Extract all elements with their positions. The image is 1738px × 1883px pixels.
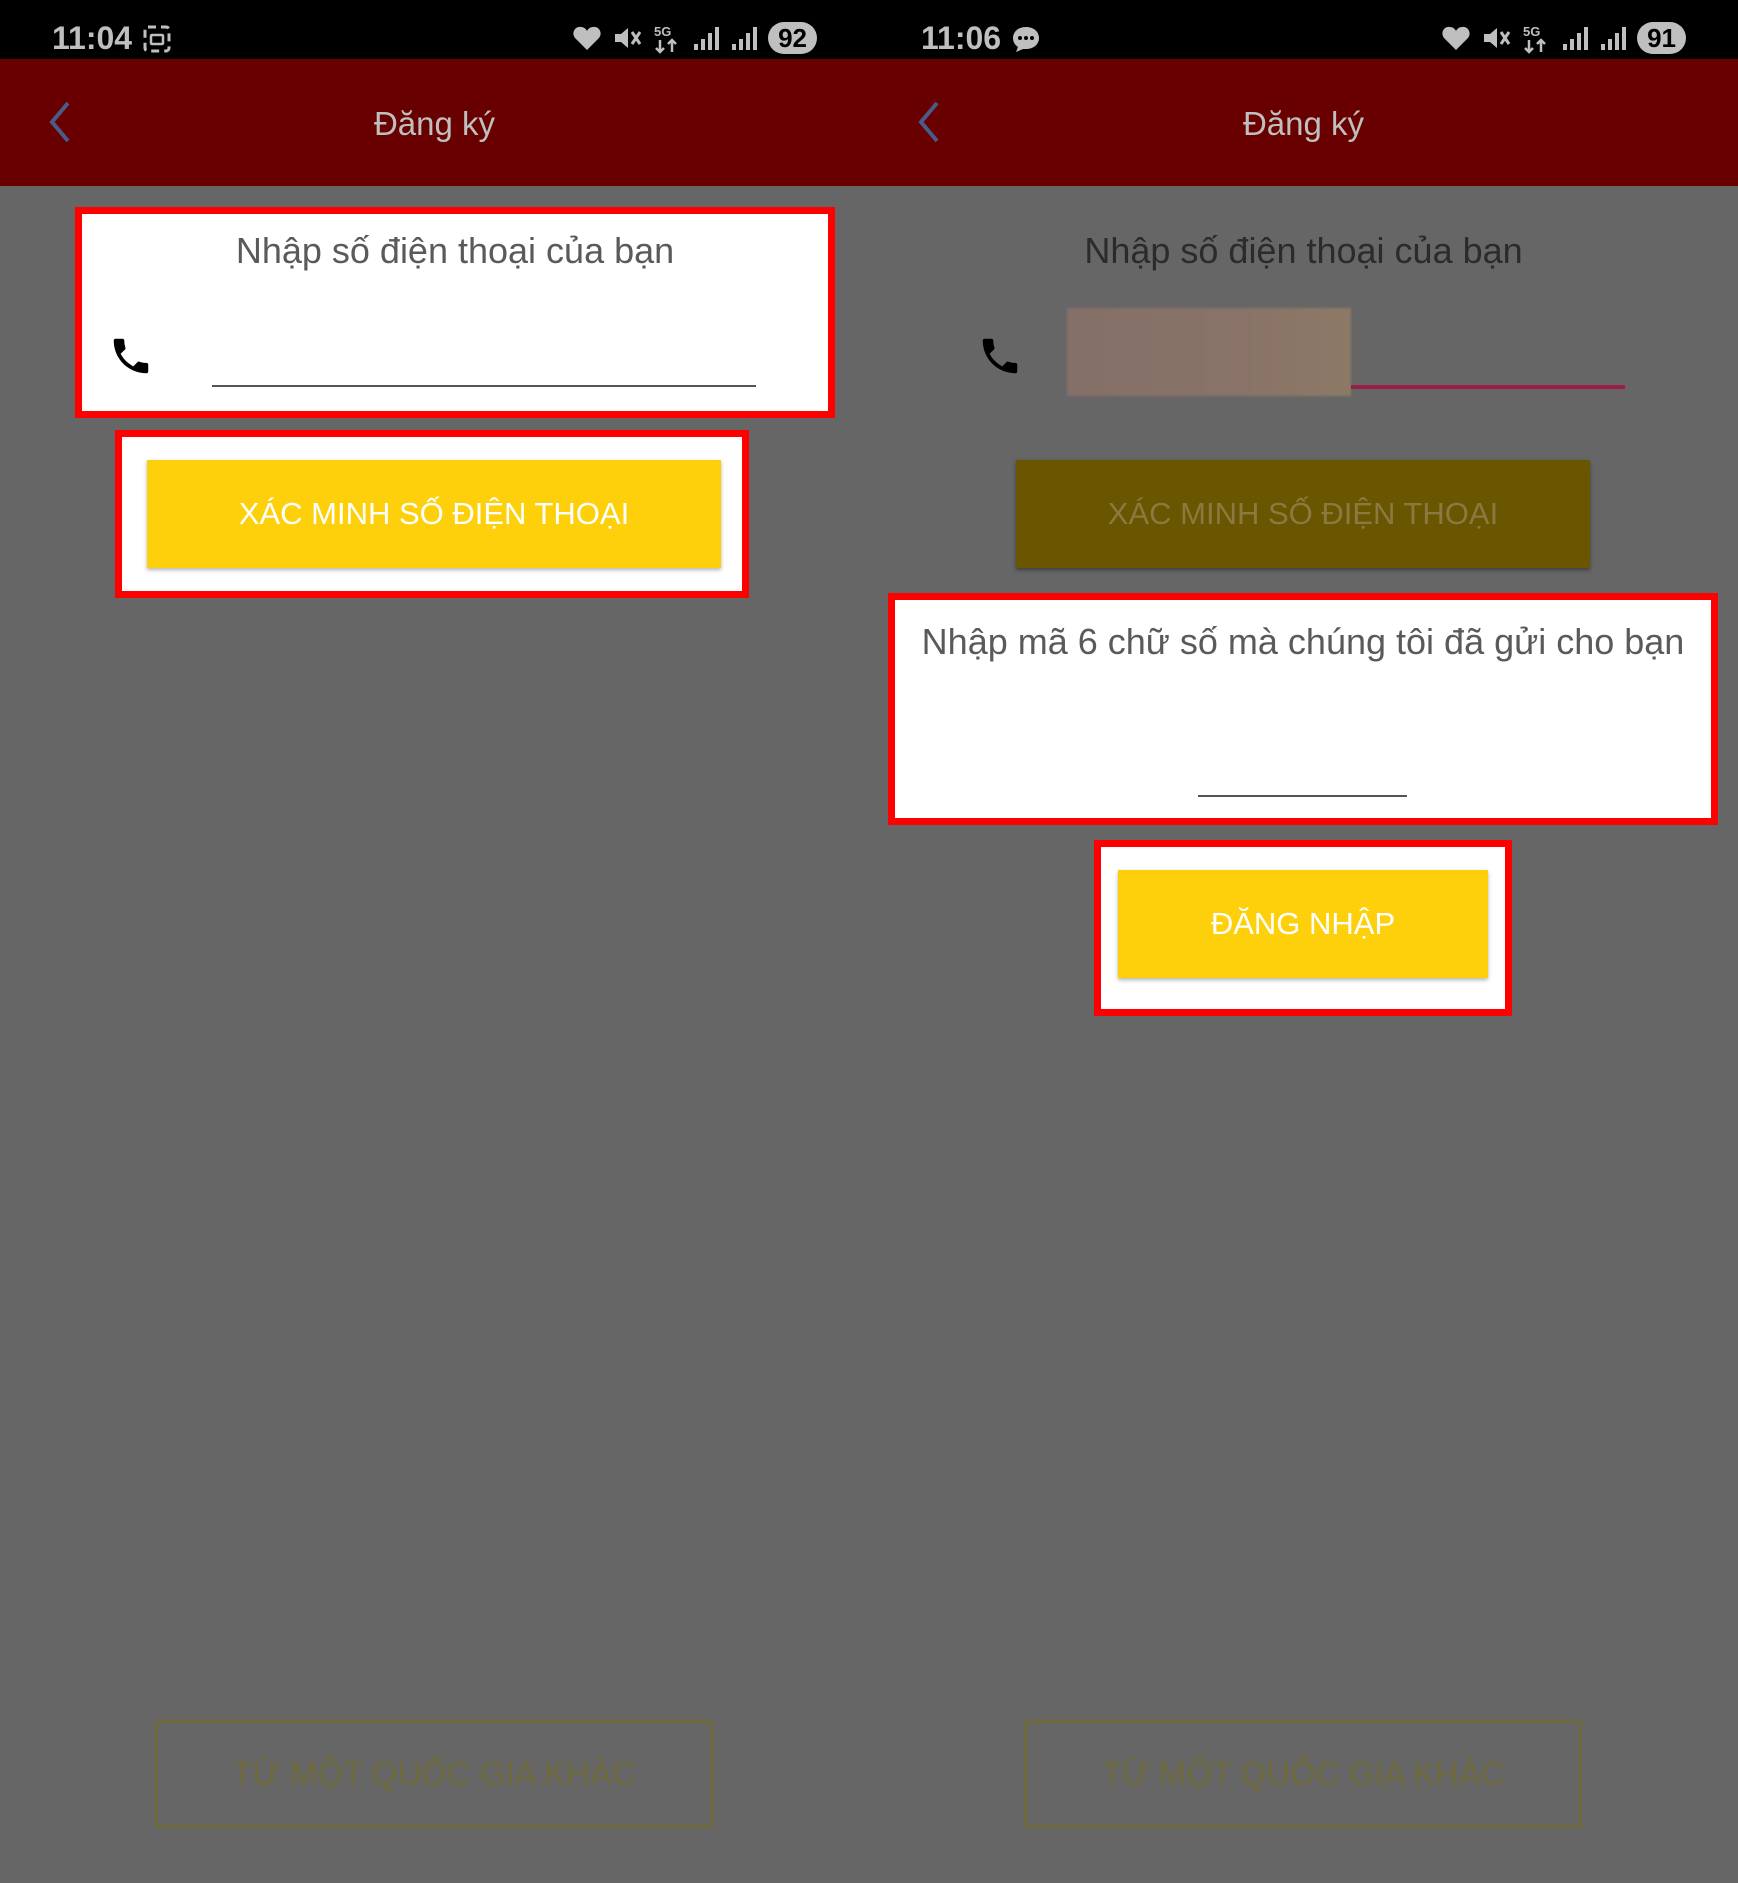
phone-icon xyxy=(982,338,1018,374)
svg-text:5G: 5G xyxy=(1523,24,1540,39)
page-title: Đăng ký xyxy=(1242,105,1365,142)
phone-input[interactable] xyxy=(1351,385,1625,389)
status-bar: 11:06 5G 91 xyxy=(869,0,1738,59)
phone-number-redacted xyxy=(1067,308,1351,396)
status-icons: 5G 91 xyxy=(1441,20,1686,56)
5g-icon: 5G xyxy=(1523,24,1546,54)
message-icon xyxy=(1013,27,1039,52)
5g-icon: 5G xyxy=(654,24,677,54)
heart-icon xyxy=(1442,26,1470,50)
app-bar: Đăng ký xyxy=(869,59,1738,186)
svg-text:5G: 5G xyxy=(654,24,671,39)
other-country-button[interactable]: TỪ MỘT QUỐC GIA KHÁC xyxy=(1024,1720,1582,1828)
signal-icon xyxy=(732,27,758,50)
right-screen: 11:06 5G 91 Đăng ký Nhập số điện thoại c… xyxy=(869,0,1738,1883)
verify-phone-button[interactable]: XÁC MINH SỐ ĐIỆN THOẠI xyxy=(1016,460,1590,568)
battery-indicator: 91 xyxy=(1637,22,1686,54)
code-input[interactable] xyxy=(1198,795,1407,797)
comparison-view: 11:04 5G 92 Đăng ký Nhập số điện thoại c… xyxy=(0,0,1738,1883)
battery-indicator: 92 xyxy=(768,22,817,54)
code-prompt: Nhập mã 6 chữ số mà chúng tôi đã gửi cho… xyxy=(921,621,1685,662)
status-time: 11:04 xyxy=(52,20,133,56)
page-title: Đăng ký xyxy=(373,105,496,142)
status-bar: 11:04 5G 92 xyxy=(0,0,869,59)
app-bar: Đăng ký xyxy=(0,59,869,186)
verify-phone-button[interactable]: XÁC MINH SỐ ĐIỆN THOẠI xyxy=(147,460,721,568)
status-time: 11:06 xyxy=(921,20,1002,56)
phone-icon xyxy=(113,338,149,374)
other-country-button[interactable]: TỪ MỘT QUỐC GIA KHÁC xyxy=(155,1720,713,1828)
left-screen: 11:04 5G 92 Đăng ký Nhập số điện thoại c… xyxy=(0,0,869,1883)
phone-prompt: Nhập số điện thoại của bạn xyxy=(235,230,675,271)
screenshot-icon xyxy=(143,25,171,53)
login-button[interactable]: ĐĂNG NHẬP xyxy=(1118,870,1488,978)
mute-icon xyxy=(1484,28,1511,48)
phone-prompt: Nhập số điện thoại của bạn xyxy=(1084,230,1523,271)
mute-icon xyxy=(615,28,642,48)
signal-icon xyxy=(1601,27,1627,50)
phone-input[interactable] xyxy=(212,385,756,387)
signal-icon xyxy=(1563,27,1589,50)
signal-icon xyxy=(694,27,720,50)
heart-icon xyxy=(573,26,601,50)
status-icons: 5G 92 xyxy=(572,20,817,56)
